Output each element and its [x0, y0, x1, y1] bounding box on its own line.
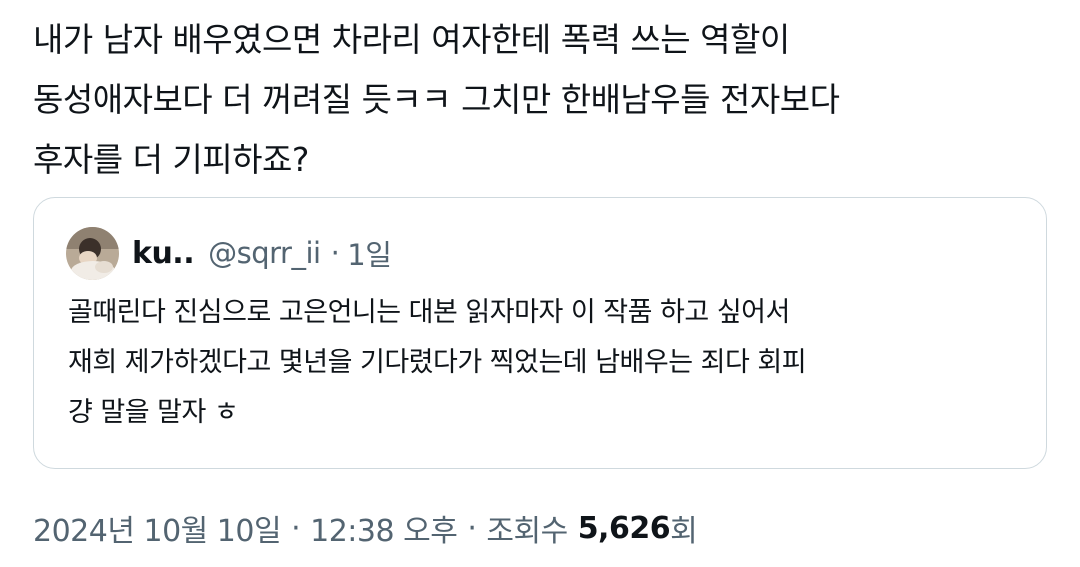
views-label: 조회수	[486, 514, 568, 549]
quoted-text-line-1: 골때린다 진심으로 고은언니는 대본 읽자마자 이 작품 하고 싶어서	[68, 297, 790, 328]
quoted-tweet-time[interactable]: 1일	[347, 232, 392, 274]
tweet-date[interactable]: 2024년 10월 10일	[33, 506, 282, 550]
views-count: 5,626	[577, 510, 671, 546]
separator-dot: ·	[291, 510, 301, 546]
avatar[interactable]	[66, 226, 119, 280]
tweet-time[interactable]: 12:38 오후	[310, 506, 458, 550]
tweet-text-line-1: 내가 남자 배우였으면 차라리 여자한테 폭력 쓰는 역할이	[33, 20, 790, 59]
tweet-text-line-3: 후자를 더 기피하죠?	[33, 140, 309, 179]
tweet-text: 내가 남자 배우였으면 차라리 여자한테 폭력 쓰는 역할이 동성애자보다 더 …	[33, 10, 1053, 190]
quoted-text-line-3: 걍 말을 말자 ㅎ	[68, 397, 239, 428]
quoted-author-handle[interactable]: @sqrr_ii	[208, 236, 321, 270]
tweet-meta: 2024년 10월 10일 · 12:38 오후 · 조회수 5,626 회	[33, 503, 698, 553]
quoted-text-line-2: 재희 제가하겠다고 몇년을 기다렸다가 찍었는데 남배우는 죄다 회피	[68, 347, 807, 378]
tweet-text-line-2: 동성애자보다 더 꺼려질 듯ㅋㅋ 그치만 한배남우들 전자보다	[33, 80, 840, 119]
views-suffix: 회	[670, 514, 698, 549]
quoted-tweet-card[interactable]: ku.. @sqrr_ii · 1일 골때린다 진심으로 고은언니는 대본 읽자…	[33, 197, 1047, 469]
avatar-image	[66, 226, 119, 280]
separator-dot: ·	[330, 236, 340, 270]
quoted-tweet-header: ku.. @sqrr_ii · 1일	[66, 226, 392, 280]
quoted-tweet-text: 골때린다 진심으로 고은언니는 대본 읽자마자 이 작품 하고 싶어서 재희 제…	[68, 288, 1028, 438]
quoted-author-name[interactable]: ku..	[132, 236, 195, 271]
separator-dot: ·	[467, 510, 477, 546]
